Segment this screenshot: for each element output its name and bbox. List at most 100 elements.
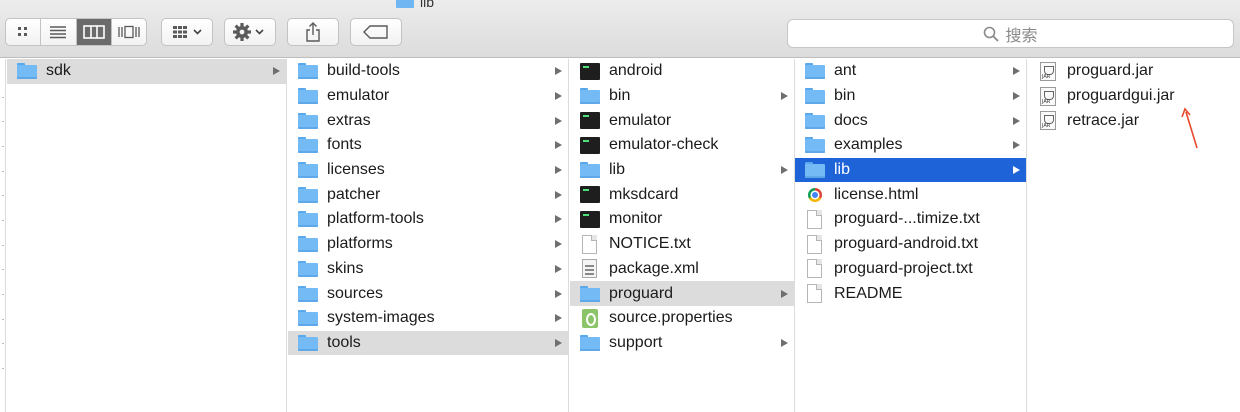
folder-icon — [298, 235, 318, 253]
folder-icon — [580, 161, 600, 179]
folder-row[interactable]: skins — [288, 257, 568, 282]
row-label: bin — [834, 87, 856, 105]
folder-row[interactable]: support — [570, 331, 794, 356]
folder-row[interactable]: sdk — [7, 59, 286, 84]
disclosure-arrow-icon — [555, 166, 562, 175]
file-row[interactable]: mksdcard — [570, 182, 794, 207]
column-1: sdk — [7, 59, 287, 412]
file-row[interactable]: proguard-project.txt — [795, 257, 1026, 282]
exec-icon — [580, 62, 600, 80]
folder-row[interactable]: docs — [795, 108, 1026, 133]
file-row[interactable]: proguard.jar — [1028, 59, 1240, 84]
folder-row[interactable]: platforms — [288, 232, 568, 257]
list-view-button[interactable] — [41, 19, 77, 45]
folder-row[interactable]: sources — [288, 281, 568, 306]
folder-row[interactable]: bin — [570, 84, 794, 109]
disclosure-arrow-icon — [555, 240, 562, 249]
cover-flow-button[interactable] — [112, 19, 146, 45]
cover-flow-icon — [118, 25, 140, 39]
share-icon — [306, 22, 320, 42]
exec-icon — [580, 112, 600, 130]
folder-icon — [298, 186, 318, 204]
disclosure-arrow-icon — [1013, 67, 1020, 76]
row-label: bin — [609, 87, 631, 105]
row-label: build-tools — [327, 62, 400, 80]
tag-icon — [363, 25, 388, 39]
disclosure-arrow-icon — [781, 166, 788, 175]
disclosure-arrow-icon — [555, 67, 562, 76]
folder-row[interactable]: fonts — [288, 133, 568, 158]
search-icon — [984, 26, 1000, 42]
column-view-button[interactable] — [76, 19, 112, 45]
file-row[interactable]: package.xml — [570, 257, 794, 282]
exec-icon — [580, 136, 600, 154]
row-label: proguard.jar — [1067, 62, 1154, 80]
folder-row[interactable]: proguard — [570, 281, 794, 306]
doc-icon — [807, 284, 822, 304]
window-title-text: lib — [420, 0, 435, 10]
folder-row[interactable]: platform-tools — [288, 207, 568, 232]
file-row[interactable]: README — [795, 281, 1026, 306]
file-row[interactable]: emulator — [570, 108, 794, 133]
folder-row[interactable]: system-images — [288, 306, 568, 331]
chevron-down-icon — [193, 29, 202, 35]
row-label: NOTICE.txt — [609, 235, 691, 253]
share-button[interactable] — [287, 18, 339, 46]
folder-row[interactable]: extras — [288, 108, 568, 133]
row-label: skins — [327, 259, 364, 277]
file-row[interactable]: license.html — [795, 182, 1026, 207]
file-row[interactable]: source.properties — [570, 306, 794, 331]
folder-row[interactable]: lib — [795, 157, 1026, 183]
chevron-down-icon — [255, 29, 264, 35]
row-label: README — [834, 284, 903, 302]
row-label: examples — [834, 136, 903, 154]
search-field[interactable]: 搜索 — [787, 19, 1234, 48]
folder-row[interactable]: tools — [288, 330, 568, 356]
jar-icon — [1040, 111, 1056, 131]
folder-icon — [298, 136, 318, 154]
folder-row[interactable]: licenses — [288, 158, 568, 183]
edit-tags-button[interactable] — [350, 18, 402, 46]
file-row[interactable]: android — [570, 59, 794, 84]
disclosure-arrow-icon — [555, 215, 562, 224]
row-label: lib — [834, 161, 851, 179]
row-label: sdk — [46, 62, 71, 80]
row-label: package.xml — [609, 259, 699, 277]
arrange-button[interactable] — [161, 18, 213, 46]
row-label: proguardgui.jar — [1067, 87, 1175, 105]
folder-icon — [298, 161, 318, 179]
folder-icon — [580, 285, 600, 303]
icon-grid-icon — [18, 27, 28, 36]
disclosure-arrow-icon — [555, 338, 562, 347]
folder-row[interactable]: patcher — [288, 182, 568, 207]
props-icon — [582, 308, 598, 328]
file-row[interactable]: monitor — [570, 207, 794, 232]
chrome-icon — [808, 187, 822, 202]
folder-icon — [805, 87, 825, 105]
file-row[interactable]: proguard-android.txt — [795, 232, 1026, 257]
disclosure-arrow-icon — [1013, 166, 1020, 175]
file-row[interactable]: proguardgui.jar — [1028, 84, 1240, 109]
folder-row[interactable]: emulator — [288, 84, 568, 109]
exec-icon — [580, 186, 600, 204]
folder-row[interactable]: ant — [795, 59, 1026, 84]
finder-toolbar: lib 搜索 — [0, 0, 1240, 58]
action-button[interactable] — [224, 18, 276, 46]
folder-icon — [298, 285, 318, 303]
file-row[interactable]: retrace.jar — [1028, 108, 1240, 133]
icon-view-button[interactable] — [6, 19, 42, 45]
folder-row[interactable]: lib — [570, 158, 794, 183]
folder-row[interactable]: bin — [795, 84, 1026, 109]
file-row[interactable]: NOTICE.txt — [570, 232, 794, 257]
folder-icon — [298, 309, 318, 327]
folder-icon — [298, 112, 318, 130]
disclosure-arrow-icon — [781, 338, 788, 347]
file-row[interactable]: proguard-...timize.txt — [795, 207, 1026, 232]
folder-row[interactable]: build-tools — [288, 59, 568, 84]
folder-row[interactable]: examples — [795, 133, 1026, 158]
folder-icon — [298, 210, 318, 228]
disclosure-arrow-icon — [1013, 141, 1020, 150]
row-label: source.properties — [609, 309, 733, 327]
folder-icon — [17, 62, 37, 80]
file-row[interactable]: emulator-check — [570, 133, 794, 158]
